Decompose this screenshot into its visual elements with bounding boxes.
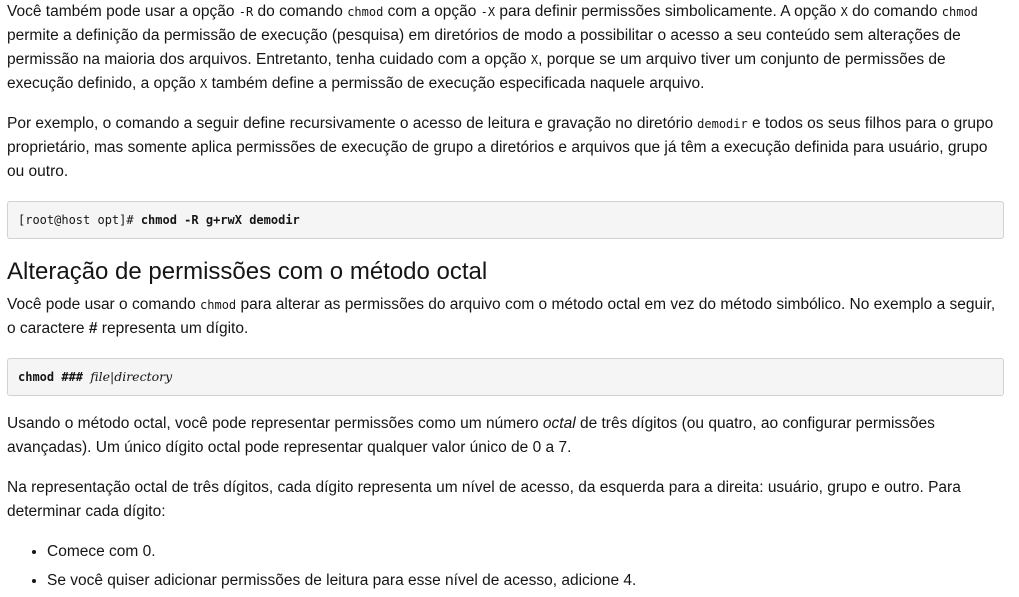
paragraph-octal-number: Usando o método octal, você pode represe… <box>7 412 1004 460</box>
inline-code: -R <box>238 5 254 19</box>
code-block-recursive-chmod[interactable]: [root@host opt]# chmod -R g+rwX demodir <box>7 201 1004 239</box>
inline-code: chmod <box>200 298 237 312</box>
shell-command: chmod -R g+rwX demodir <box>140 213 300 227</box>
text-span: também define a permissão de execução es… <box>207 75 705 92</box>
text-span: para definir permissões simbolicamente. … <box>495 3 841 20</box>
paragraph-x-option: Você também pode usar a opção -R do coma… <box>7 0 1004 96</box>
text-span: Por exemplo, o comando a seguir define r… <box>7 115 698 132</box>
inline-code: demodir <box>697 117 748 131</box>
inline-code: chmod <box>347 5 384 19</box>
shell-prompt: [root@host opt]# <box>18 213 141 227</box>
section-heading: Alteração de permissões com o método oct… <box>7 258 488 285</box>
text-span: Você também pode usar a opção <box>7 3 239 20</box>
list-item: Comece com 0. <box>47 540 1004 564</box>
code-block-chmod-octal[interactable]: chmod ### file|directory <box>7 358 1004 396</box>
shell-command: chmod ### <box>18 370 91 384</box>
paragraph-digit-levels: Na representação octal de três dígitos, … <box>7 479 961 520</box>
inline-code: X <box>530 53 539 67</box>
emphasis-octal: octal <box>542 415 576 432</box>
bullet-list: Comece com 0. Se você quiser adicionar p… <box>7 540 1004 593</box>
inline-code: -X <box>480 5 496 19</box>
command-argument: file|directory <box>90 369 173 384</box>
text-span: do comando <box>253 3 348 20</box>
paragraph-octal-intro: Você pode usar o comando chmod para alte… <box>7 293 1004 341</box>
text-span: Você pode usar o comando <box>7 296 201 313</box>
text-span: com a opção <box>383 3 481 20</box>
text-span: Usando o método octal, você pode represe… <box>7 415 543 432</box>
document-page: Você também pode usar a opção -R do coma… <box>0 0 1019 593</box>
inline-code: chmod <box>941 5 978 19</box>
list-item: Se você quiser adicionar permissões de l… <box>47 569 1004 593</box>
text-span: do comando <box>847 3 942 20</box>
inline-code: X <box>840 5 848 19</box>
paragraph-example: Por exemplo, o comando a seguir define r… <box>7 112 1004 184</box>
text-span: representa um dígito. <box>97 320 249 337</box>
